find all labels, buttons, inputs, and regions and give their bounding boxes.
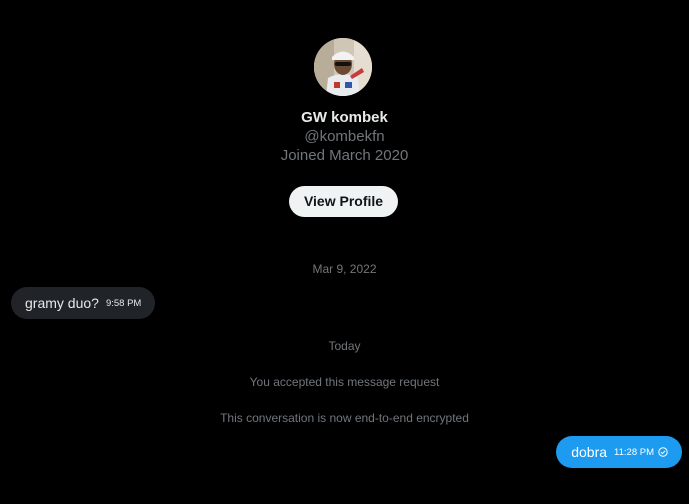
message-bubble-incoming[interactable]: gramy duo? 9:58 PM xyxy=(11,287,156,319)
date-separator: Mar 9, 2022 xyxy=(312,262,377,276)
message-text: dobra xyxy=(571,444,608,460)
message-text: gramy duo? xyxy=(25,295,99,311)
profile-joined-date: Joined March 2020 xyxy=(280,147,409,164)
date-separator-today: Today xyxy=(328,339,361,353)
message-bubble-outgoing[interactable]: dobra 11:28 PM xyxy=(556,436,682,468)
system-notice-request-accepted: You accepted this message request xyxy=(249,375,440,389)
user-avatar-photo xyxy=(314,38,372,96)
view-profile-button[interactable]: View Profile xyxy=(289,186,398,217)
sent-check-icon xyxy=(658,447,668,457)
profile-handle: @kombekfn xyxy=(304,128,385,145)
message-timestamp: 11:28 PM xyxy=(614,446,654,458)
message-timestamp: 9:58 PM xyxy=(105,297,142,309)
system-notice-encryption: This conversation is now end-to-end encr… xyxy=(220,411,469,425)
profile-name: GW kombek xyxy=(301,109,388,126)
profile-avatar[interactable] xyxy=(314,38,372,96)
